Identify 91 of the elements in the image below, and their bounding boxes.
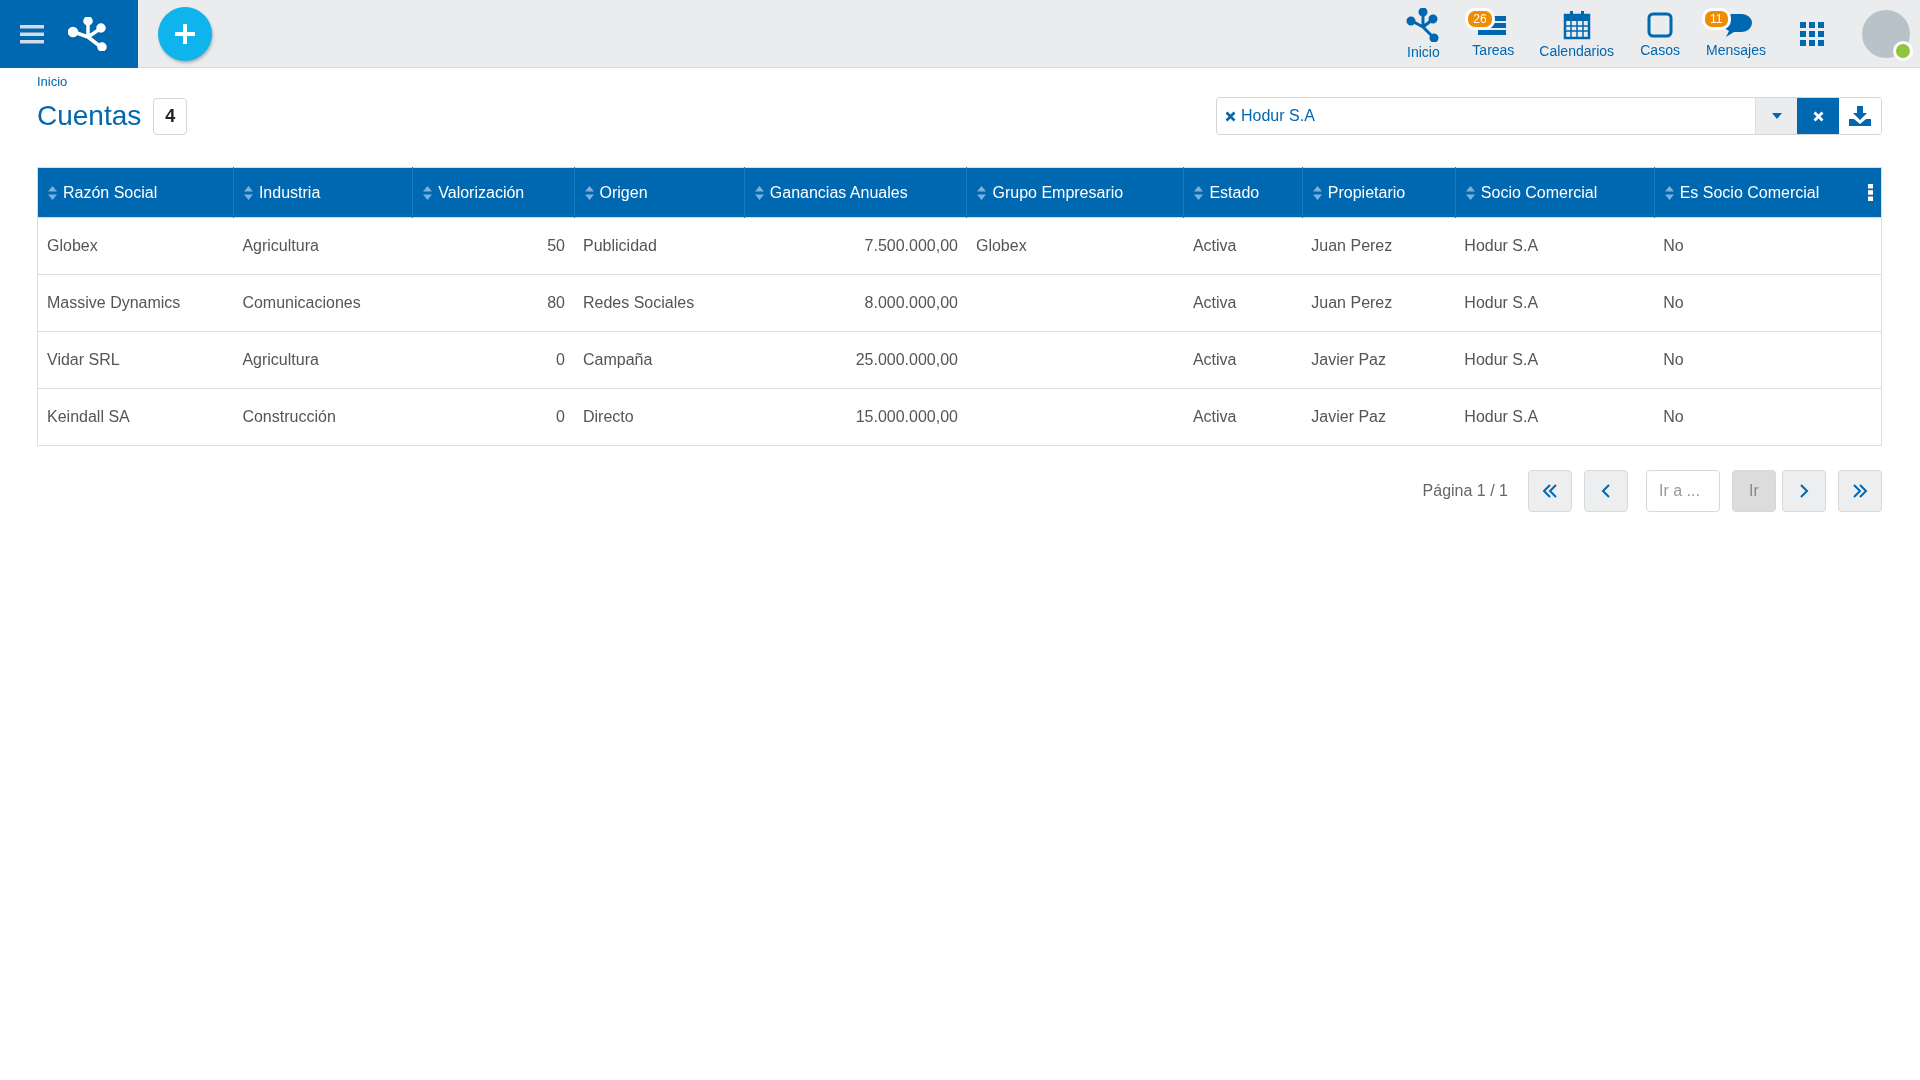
chevron-left-icon (1601, 484, 1611, 498)
table-cell: 0 (556, 351, 565, 368)
table-cell: Campaña (583, 351, 653, 368)
table-cell: Activa (1192, 408, 1237, 425)
table-cell: Juan Perez (1311, 237, 1393, 254)
nav-calendar-button[interactable]: Calendarios (1533, 4, 1621, 63)
column-header[interactable]: Ganancias Anuales (744, 167, 967, 218)
more-options-icon[interactable] (1868, 184, 1873, 201)
column-header[interactable]: Propietario (1302, 167, 1456, 218)
nav-tasks-button[interactable]: Tareas 26 (1463, 5, 1524, 62)
column-header[interactable]: Razón Social (37, 167, 234, 218)
sort-icon (48, 186, 57, 201)
table-cell: No (1663, 294, 1684, 311)
table-cell: Redes Sociales (583, 294, 695, 311)
table-cell: 25.000.000,00 (855, 351, 958, 368)
network-logo-icon[interactable] (68, 16, 108, 51)
online-status-dot (1893, 40, 1913, 61)
table-cell: Javier Paz (1311, 408, 1386, 425)
sort-icon (1465, 186, 1475, 201)
calendar-icon (1561, 8, 1592, 41)
table-cell: Vidar SRL (47, 351, 120, 368)
table-cell: Juan Perez (1311, 294, 1393, 311)
sort-icon (1664, 186, 1674, 201)
table-cell: Agricultura (242, 351, 319, 368)
table-cell: Globex (975, 237, 1027, 254)
sort-icon (243, 186, 253, 201)
table-cell: Javier Paz (1311, 351, 1386, 368)
table-cell: Activa (1192, 237, 1237, 254)
add-button[interactable] (158, 6, 212, 61)
table-cell: Comunicaciones (242, 294, 361, 311)
table-cell: No (1663, 237, 1684, 254)
page-title: Cuentas (37, 100, 142, 132)
table-cell: 8.000.000,00 (864, 294, 958, 311)
nav-home-button[interactable]: Inicio (1393, 3, 1454, 64)
download-icon (1849, 106, 1871, 126)
page-indicator: Página 1 / 1 (1422, 482, 1508, 500)
column-header[interactable]: Origen (574, 167, 745, 218)
clear-button[interactable] (1797, 98, 1839, 134)
table-cell: 0 (556, 408, 565, 425)
table-cell: Activa (1192, 351, 1237, 368)
sort-icon (584, 186, 594, 201)
table-cell: Hodur S.A (1464, 408, 1539, 425)
plus-icon (173, 21, 197, 46)
count-badge: 11 (1702, 7, 1731, 30)
column-header[interactable]: Estado (1183, 167, 1303, 218)
sort-icon (754, 186, 764, 201)
column-header[interactable]: Socio Comercial (1455, 167, 1655, 218)
sort-icon (423, 186, 433, 201)
record-count: 4 (153, 97, 188, 135)
table-cell: Hodur S.A (1464, 351, 1539, 368)
table-cell: Hodur S.A (1464, 237, 1539, 254)
breadcrumb-link[interactable]: Inicio (37, 74, 68, 89)
column-header[interactable]: Valorización (412, 167, 574, 218)
table-cell: Agricultura (242, 237, 319, 254)
table-cell: 80 (547, 294, 565, 311)
menu-icon[interactable] (20, 23, 44, 44)
column-header[interactable]: Industria (233, 167, 413, 218)
close-icon (1812, 110, 1824, 122)
sort-icon (1194, 186, 1204, 201)
double-chevron-right-icon (1852, 484, 1868, 498)
network-icon (1406, 7, 1441, 42)
sort-icon (977, 186, 987, 201)
first-page-button[interactable] (1528, 470, 1572, 512)
table-cell: Activa (1192, 294, 1237, 311)
nav-cases-button[interactable]: Casos (1630, 5, 1691, 62)
table-cell: Publicidad (583, 237, 657, 254)
table-cell: No (1663, 408, 1684, 425)
table-cell: Construcción (242, 408, 336, 425)
table-cell: No (1663, 351, 1684, 368)
column-header[interactable]: Grupo Empresario (966, 167, 1184, 218)
filter-tag: Hodur S.A (1241, 107, 1315, 125)
last-page-button[interactable] (1838, 470, 1882, 512)
double-chevron-left-icon (1542, 484, 1558, 498)
go-to-page-field[interactable]: Ir a ... (1646, 470, 1720, 512)
table-cell: Directo (583, 408, 634, 425)
remove-tag-icon[interactable] (1225, 110, 1236, 122)
table-cell: Keindall SA (47, 408, 130, 425)
chevron-right-icon (1799, 484, 1809, 498)
table-cell: 50 (547, 237, 565, 254)
sort-icon (1312, 186, 1322, 201)
table-cell: Globex (47, 237, 98, 254)
table-cell: 7.500.000,00 (864, 237, 958, 254)
apps-grid-icon[interactable] (1800, 21, 1824, 46)
nav-messages-button[interactable]: Mensajes 11 (1700, 5, 1772, 62)
count-badge: 26 (1465, 7, 1495, 30)
caret-icon (1771, 113, 1782, 119)
table-cell: Hodur S.A (1464, 294, 1539, 311)
column-header[interactable]: Es Socio Comercial (1654, 167, 1882, 218)
table-cell: Massive Dynamics (47, 294, 181, 311)
filter-field[interactable]: Hodur S.A (1216, 97, 1882, 135)
table-cell: 15.000.000,00 (855, 408, 958, 425)
